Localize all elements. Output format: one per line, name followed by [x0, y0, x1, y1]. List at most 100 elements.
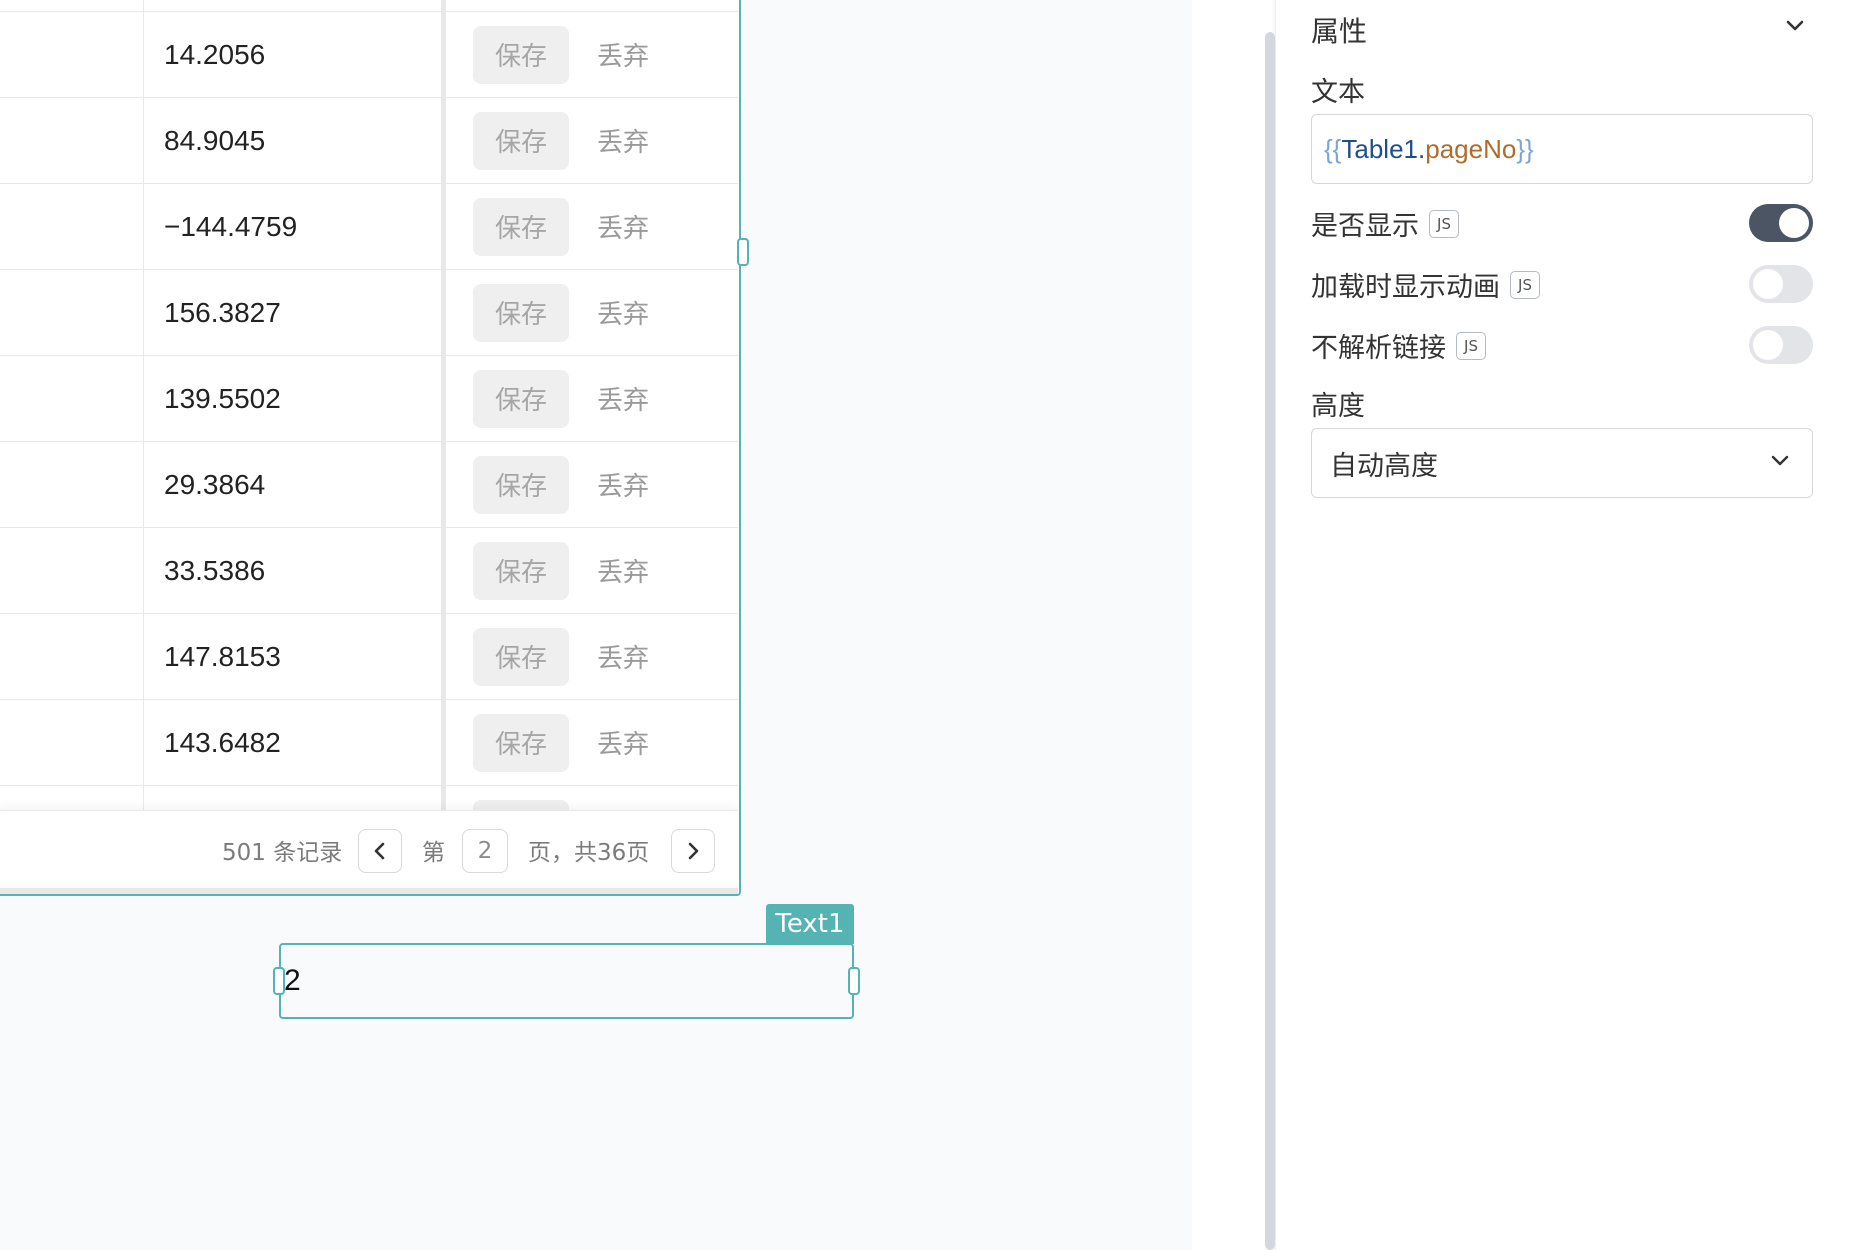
table-row[interactable]: 33.5386 保存 丢弃	[0, 528, 738, 614]
table-row[interactable]: 14.2056 保存 丢弃	[0, 12, 738, 98]
toggle-knob	[1753, 330, 1783, 360]
table-cell[interactable]	[0, 270, 144, 355]
table-cell-value[interactable]: 143.6482	[144, 700, 446, 785]
binding-property: pageNo	[1425, 133, 1517, 164]
save-button[interactable]: 保存	[473, 25, 569, 84]
table-cell-value[interactable]: 29.3864	[144, 442, 446, 527]
text-widget-value: 2	[284, 964, 301, 997]
save-button[interactable]: 保存	[473, 627, 569, 686]
table-cell-value[interactable]: 14.2056	[144, 12, 446, 97]
chevron-down-icon[interactable]	[1785, 18, 1805, 34]
discard-button[interactable]: 丢弃	[581, 284, 665, 342]
chevron-down-icon	[1771, 455, 1789, 466]
height-select[interactable]: 自动高度	[1311, 428, 1813, 498]
chevron-left-icon	[374, 842, 385, 860]
table-cell-value[interactable]: 84.9045	[144, 98, 446, 183]
table-cell[interactable]	[0, 0, 144, 11]
widget-name-tag[interactable]: Text1	[766, 904, 854, 944]
scrollbar[interactable]	[1265, 32, 1275, 1250]
table-row[interactable]	[0, 0, 738, 12]
discard-button[interactable]: 丢弃	[581, 628, 665, 686]
loading-animation-label-text: 加载时显示动画	[1311, 272, 1500, 303]
table-cell[interactable]	[0, 98, 144, 183]
record-count: 501 条记录	[222, 840, 343, 866]
save-button[interactable]: 保存	[473, 197, 569, 256]
text-resize-handle-left[interactable]	[273, 967, 285, 995]
section-title[interactable]: 属性	[1311, 10, 1367, 50]
js-toggle-button[interactable]: JS	[1429, 209, 1459, 238]
prev-page-button[interactable]	[358, 829, 402, 873]
table-cell-actions: 保存 丢弃	[451, 700, 738, 785]
table-row[interactable]: 147.8153 保存 丢弃	[0, 614, 738, 700]
table-cell[interactable]	[0, 12, 144, 97]
js-toggle-button[interactable]: JS	[1456, 331, 1486, 360]
table-cell[interactable]	[0, 442, 144, 527]
toggle-knob	[1753, 269, 1783, 299]
binding-object: Table1	[1341, 133, 1418, 164]
height-select-value: 自动高度	[1330, 450, 1438, 482]
table-row[interactable]	[0, 786, 738, 810]
height-label: 高度	[1311, 391, 1365, 422]
discard-button[interactable]: 丢弃	[581, 714, 665, 772]
table-row[interactable]: 29.3864 保存 丢弃	[0, 442, 738, 528]
text-resize-handle-right[interactable]	[848, 967, 860, 995]
disable-link-parsing-label: 不解析链接 JS	[1311, 326, 1486, 365]
table-row[interactable]: 84.9045 保存 丢弃	[0, 98, 738, 184]
page-number-input[interactable]: 2	[462, 829, 508, 873]
save-button[interactable]: 保存	[473, 713, 569, 772]
discard-button[interactable]: 丢弃	[581, 370, 665, 428]
table-cell-value[interactable]: 33.5386	[144, 528, 446, 613]
table-cell-value[interactable]	[144, 0, 446, 11]
text-binding-input[interactable]: {{Table1. pageNo}}	[1311, 114, 1813, 184]
table-cell-value[interactable]: 156.3827	[144, 270, 446, 355]
next-page-button[interactable]	[671, 829, 715, 873]
loading-animation-toggle[interactable]	[1749, 265, 1813, 303]
table-row[interactable]: −144.4759 保存 丢弃	[0, 184, 738, 270]
table-cell-value[interactable]	[144, 786, 446, 810]
table-cell-actions: 保存 丢弃	[451, 614, 738, 699]
disable-link-parsing-toggle[interactable]	[1749, 326, 1813, 364]
canvas-gutter	[1192, 0, 1272, 1250]
table-resize-handle-right[interactable]	[737, 238, 749, 266]
table-widget[interactable]: 14.2056 保存 丢弃 84.9045 保存 丢弃 −144.4759 保存	[0, 0, 741, 896]
page-total: 页，共36页	[528, 840, 650, 866]
discard-button[interactable]: 丢弃	[581, 198, 665, 256]
binding-dot: .	[1418, 133, 1426, 164]
table-cell[interactable]	[0, 356, 144, 441]
discard-button[interactable]: 丢弃	[581, 26, 665, 84]
save-button[interactable]: 保存	[473, 541, 569, 600]
table-body: 14.2056 保存 丢弃 84.9045 保存 丢弃 −144.4759 保存	[0, 0, 738, 810]
table-cell-actions: 保存 丢弃	[451, 270, 738, 355]
save-button[interactable]: 保存	[473, 369, 569, 428]
table-cell[interactable]	[0, 786, 144, 810]
table-cell[interactable]	[0, 528, 144, 613]
table-cell-value[interactable]: 139.5502	[144, 356, 446, 441]
table-row[interactable]: 156.3827 保存 丢弃	[0, 270, 738, 356]
table-cell-actions	[451, 0, 738, 11]
table-cell-value[interactable]: −144.4759	[144, 184, 446, 269]
save-button[interactable]: 保存	[473, 111, 569, 170]
binding-open-brace: {{	[1324, 133, 1342, 164]
table-row[interactable]: 139.5502 保存 丢弃	[0, 356, 738, 442]
text-widget[interactable]	[279, 943, 854, 1019]
table-cell[interactable]	[0, 184, 144, 269]
table-cell[interactable]	[0, 700, 144, 785]
table-cell-actions: 保存 丢弃	[451, 184, 738, 269]
table-pagination: 501 条记录 第 2 页，共36页	[0, 810, 738, 894]
editor-canvas[interactable]: 14.2056 保存 丢弃 84.9045 保存 丢弃 −144.4759 保存	[0, 0, 1192, 1250]
save-button[interactable]: 保存	[473, 455, 569, 514]
table-cell-actions: 保存 丢弃	[451, 12, 738, 97]
visible-toggle[interactable]	[1749, 204, 1813, 242]
save-button[interactable]: 保存	[473, 283, 569, 342]
table-cell[interactable]	[0, 614, 144, 699]
loading-animation-label: 加载时显示动画 JS	[1311, 265, 1540, 304]
text-field-label: 文本	[1311, 77, 1365, 108]
table-row[interactable]: 143.6482 保存 丢弃	[0, 700, 738, 786]
visible-label-text: 是否显示	[1311, 211, 1419, 242]
table-cell-value[interactable]: 147.8153	[144, 614, 446, 699]
discard-button[interactable]: 丢弃	[581, 112, 665, 170]
discard-button[interactable]: 丢弃	[581, 542, 665, 600]
save-button[interactable]	[473, 799, 569, 810]
discard-button[interactable]: 丢弃	[581, 456, 665, 514]
js-toggle-button[interactable]: JS	[1510, 270, 1540, 299]
